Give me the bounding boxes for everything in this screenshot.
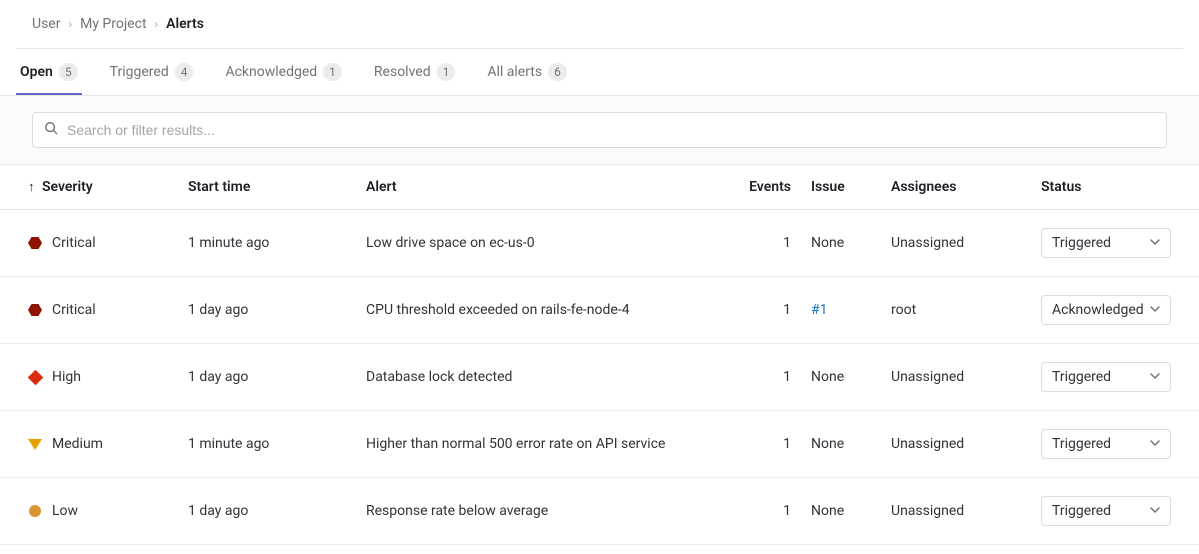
status-select[interactable]: Acknowledged xyxy=(1041,295,1171,325)
breadcrumb-current: Alerts xyxy=(166,16,204,32)
col-assignees[interactable]: Assignees xyxy=(891,179,1041,195)
chevron-right-icon: › xyxy=(155,17,159,31)
table-row: Medium 1 minute agoHigher than normal 500… xyxy=(0,411,1199,478)
tab-count-badge: 6 xyxy=(548,63,567,81)
status-value: Triggered xyxy=(1052,503,1111,519)
start-time-cell: 1 day ago xyxy=(188,503,366,519)
table-row: High 1 day agoDatabase lock detected1None… xyxy=(0,344,1199,411)
alert-cell[interactable]: Response rate below average xyxy=(366,503,736,519)
table-row: Critical 1 minute agoLow drive space on e… xyxy=(0,210,1199,277)
chevron-down-icon xyxy=(1150,302,1160,318)
status-select[interactable]: Triggered xyxy=(1041,429,1171,459)
col-status[interactable]: Status xyxy=(1041,179,1181,195)
chevron-right-icon: › xyxy=(68,17,72,31)
status-select[interactable]: Triggered xyxy=(1041,228,1171,258)
status-select[interactable]: Triggered xyxy=(1041,362,1171,392)
alert-cell[interactable]: Higher than normal 500 error rate on API… xyxy=(366,436,736,452)
assignees-cell: root xyxy=(891,302,1041,318)
chevron-down-icon xyxy=(1150,235,1160,251)
severity-high-icon xyxy=(27,369,43,385)
events-cell: 1 xyxy=(736,436,811,452)
assignees-cell: Unassigned xyxy=(891,436,1041,452)
start-time-cell: 1 day ago xyxy=(188,369,366,385)
col-issue[interactable]: Issue xyxy=(811,179,891,195)
col-alert[interactable]: Alert xyxy=(366,179,736,195)
col-start-time[interactable]: Start time xyxy=(188,179,366,195)
status-value: Acknowledged xyxy=(1052,302,1144,318)
tab-count-badge: 4 xyxy=(175,63,194,81)
tab-count-badge: 1 xyxy=(323,63,342,81)
assignees-cell: Unassigned xyxy=(891,503,1041,519)
tab-label: Resolved xyxy=(374,64,431,80)
events-cell: 1 xyxy=(736,369,811,385)
col-events[interactable]: Events xyxy=(736,179,811,195)
tab-open[interactable]: Open 5 xyxy=(16,49,82,95)
tab-label: Triggered xyxy=(110,64,169,80)
status-select[interactable]: Triggered xyxy=(1041,496,1171,526)
issue-cell: None xyxy=(811,503,891,519)
assignees-cell: Unassigned xyxy=(891,369,1041,385)
chevron-down-icon xyxy=(1150,369,1160,385)
status-value: Triggered xyxy=(1052,436,1111,452)
tabs-container: Open 5 Triggered 4 Acknowledged 1 Resolv… xyxy=(0,49,1199,96)
tab-label: All alerts xyxy=(487,64,542,80)
events-cell: 1 xyxy=(736,235,811,251)
severity-label: High xyxy=(52,369,81,385)
search-icon xyxy=(44,121,58,139)
alert-cell[interactable]: Database lock detected xyxy=(366,369,736,385)
status-value: Triggered xyxy=(1052,235,1111,251)
search-bar-container xyxy=(0,96,1199,165)
status-value: Triggered xyxy=(1052,369,1111,385)
issue-cell: None xyxy=(811,235,891,251)
chevron-down-icon xyxy=(1150,436,1160,452)
tab-label: Open xyxy=(20,64,53,80)
tab-all-alerts[interactable]: All alerts 6 xyxy=(483,49,571,95)
tab-count-badge: 5 xyxy=(59,63,78,81)
issue-cell: None xyxy=(811,369,891,385)
assignees-cell: Unassigned xyxy=(891,235,1041,251)
search-input[interactable] xyxy=(32,112,1167,148)
issue-cell: None xyxy=(811,436,891,452)
table-row: Critical 1 day agoCPU threshold exceeded … xyxy=(0,277,1199,344)
tab-label: Acknowledged xyxy=(225,64,317,80)
severity-cell: Critical xyxy=(28,235,188,251)
events-cell: 1 xyxy=(736,302,811,318)
severity-cell: Low xyxy=(28,503,188,519)
severity-medium-icon xyxy=(28,439,42,450)
severity-low-icon xyxy=(29,505,41,517)
chevron-down-icon xyxy=(1150,503,1160,519)
severity-label: Critical xyxy=(52,235,96,251)
severity-cell: Critical xyxy=(28,302,188,318)
alert-cell[interactable]: CPU threshold exceeded on rails-fe-node-… xyxy=(366,302,736,318)
severity-critical-icon xyxy=(28,237,42,249)
sort-ascending-icon: ↑ xyxy=(28,180,35,195)
tab-resolved[interactable]: Resolved 1 xyxy=(370,49,459,95)
breadcrumb-project[interactable]: My Project xyxy=(80,16,146,32)
breadcrumb-user[interactable]: User xyxy=(32,16,60,32)
tab-triggered[interactable]: Triggered 4 xyxy=(106,49,198,95)
breadcrumb: User › My Project › Alerts xyxy=(16,0,1183,49)
alert-cell[interactable]: Low drive space on ec-us-0 xyxy=(366,235,736,251)
tab-count-badge: 1 xyxy=(437,63,456,81)
col-severity[interactable]: ↑ Severity xyxy=(28,179,188,195)
tab-acknowledged[interactable]: Acknowledged 1 xyxy=(221,49,345,95)
severity-label: Low xyxy=(52,503,78,519)
table-header: ↑ Severity Start time Alert Events Issue… xyxy=(0,165,1199,210)
table-row: Low 1 day agoResponse rate below average1… xyxy=(0,478,1199,545)
start-time-cell: 1 day ago xyxy=(188,302,366,318)
start-time-cell: 1 minute ago xyxy=(188,436,366,452)
issue-cell[interactable]: #1 xyxy=(811,302,891,318)
events-cell: 1 xyxy=(736,503,811,519)
severity-label: Critical xyxy=(52,302,96,318)
severity-label: Medium xyxy=(52,436,103,452)
severity-cell: High xyxy=(28,369,188,385)
severity-critical-icon xyxy=(28,304,42,316)
severity-cell: Medium xyxy=(28,436,188,452)
start-time-cell: 1 minute ago xyxy=(188,235,366,251)
